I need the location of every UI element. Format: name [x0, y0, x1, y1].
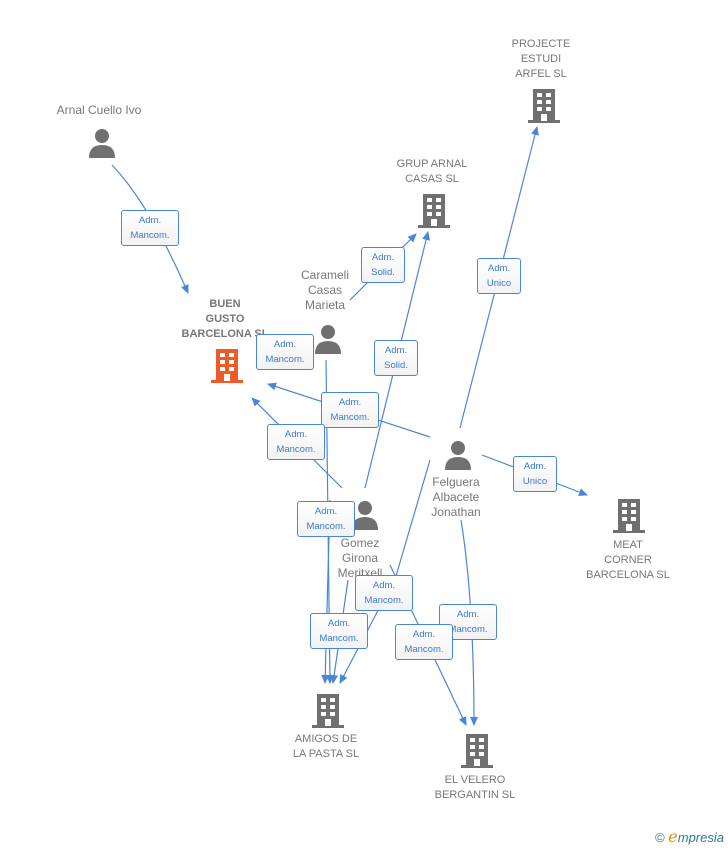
node-label-grup-arnal[interactable]: GRUP ARNAL CASAS SL — [397, 157, 468, 187]
empresia-watermark: © empresia — [655, 827, 724, 846]
node-label-carameli[interactable]: Carameli Casas Marieta — [301, 268, 349, 313]
relation-label[interactable]: Adm. Mancom. — [256, 334, 314, 370]
focus-building-icon[interactable] — [211, 347, 243, 383]
relation-label[interactable]: Adm. Unico — [513, 456, 557, 492]
person-icon[interactable] — [351, 500, 379, 530]
brand-logo-text: mpresia — [677, 830, 724, 845]
building-icon[interactable] — [613, 497, 645, 533]
building-icon[interactable] — [528, 87, 560, 123]
person-icon[interactable] — [314, 324, 342, 354]
network-diagram: Arnal Cuello Ivo BUEN GUSTO BARCELONA SL… — [0, 0, 728, 850]
relation-label[interactable]: Adm. Mancom. — [267, 424, 325, 460]
brand-logo-e: e — [668, 827, 678, 846]
relation-label[interactable]: Adm. Solid. — [374, 340, 418, 376]
building-icon[interactable] — [461, 732, 493, 768]
relation-label[interactable]: Adm. Mancom. — [395, 624, 453, 660]
node-label-meat-corner[interactable]: MEAT CORNER BARCELONA SL — [586, 538, 670, 583]
person-icon[interactable] — [444, 440, 472, 470]
person-icon[interactable] — [88, 128, 116, 158]
relation-label[interactable]: Adm. Mancom. — [321, 392, 379, 428]
relation-label[interactable]: Adm. Mancom. — [121, 210, 179, 246]
node-label-felguera[interactable]: Felguera Albacete Jonathan — [431, 475, 480, 520]
node-label-amigos[interactable]: AMIGOS DE LA PASTA SL — [293, 732, 359, 762]
copyright-symbol: © — [655, 830, 665, 845]
relation-label[interactable]: Adm. Unico — [477, 258, 521, 294]
relation-label[interactable]: Adm. Solid. — [361, 247, 405, 283]
building-icon[interactable] — [312, 692, 344, 728]
relation-label[interactable]: Adm. Mancom. — [297, 501, 355, 537]
relation-label[interactable]: Adm. Mancom. — [355, 575, 413, 611]
node-label-velero[interactable]: EL VELERO BERGANTIN SL — [435, 773, 516, 803]
relation-label[interactable]: Adm. Mancom. — [310, 613, 368, 649]
node-label-arnal[interactable]: Arnal Cuello Ivo — [57, 103, 142, 118]
building-icon[interactable] — [418, 192, 450, 228]
node-label-projecte[interactable]: PROJECTE ESTUDI ARFEL SL — [512, 37, 571, 82]
